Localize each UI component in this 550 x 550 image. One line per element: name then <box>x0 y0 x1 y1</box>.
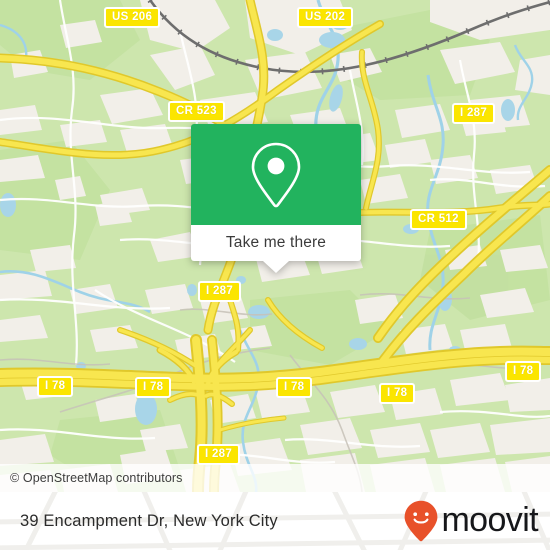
footer-address-text: 39 Encampment Dr, New York City <box>20 511 278 530</box>
road-shield: I 287 <box>198 281 242 302</box>
road-shield-label: I 78 <box>513 365 534 377</box>
road-shield-label: I 287 <box>206 285 234 297</box>
callout-tail <box>263 261 289 273</box>
road-shield: I 78 <box>37 376 74 397</box>
attribution-text: © OpenStreetMap contributors <box>10 471 183 485</box>
location-callout[interactable]: Take me there <box>191 124 361 273</box>
road-shield: I 78 <box>379 383 416 404</box>
road-shield-label: I 287 <box>460 107 488 119</box>
road-shield-label: I 78 <box>45 380 66 392</box>
road-shield: I 78 <box>505 361 542 382</box>
road-shield: I 78 <box>276 377 313 398</box>
map-attribution: © OpenStreetMap contributors <box>0 464 550 492</box>
road-shield: I 287 <box>452 103 496 124</box>
road-shield-label: CR 512 <box>418 213 459 225</box>
moovit-wordmark: moovit <box>441 501 538 539</box>
road-shield: CR 512 <box>410 209 467 230</box>
take-me-there-button[interactable]: Take me there <box>191 225 361 273</box>
map-pin-icon <box>251 142 301 207</box>
road-shield: US 206 <box>104 7 161 28</box>
moovit-map-screen: US 206 US 202 CR 523 I 287 CR 512 I 287 I 78 I … <box>0 0 550 550</box>
road-shield-label: I 78 <box>387 387 408 399</box>
road-shield: I 78 <box>135 377 172 398</box>
road-shield: US 202 <box>297 7 354 28</box>
road-shield-label: I 287 <box>205 448 233 460</box>
moovit-logo: moovit <box>404 492 539 550</box>
road-shield-label: CR 523 <box>176 105 217 117</box>
road-shield-label: I 78 <box>143 381 164 393</box>
footer-bar: 39 Encampment Dr, New York City moovit <box>0 492 550 550</box>
road-shield: CR 523 <box>168 101 225 122</box>
moovit-pin-icon <box>405 500 438 542</box>
callout-pin-area <box>191 124 361 225</box>
take-me-there-label: Take me there <box>225 234 327 251</box>
map-canvas[interactable]: US 206 US 202 CR 523 I 287 CR 512 I 287 I 78 I … <box>0 0 550 492</box>
road-shield-label: I 78 <box>284 381 305 393</box>
road-shield-label: US 206 <box>112 11 153 23</box>
road-shield: I 287 <box>197 444 241 465</box>
road-shield-label: US 202 <box>305 11 346 23</box>
